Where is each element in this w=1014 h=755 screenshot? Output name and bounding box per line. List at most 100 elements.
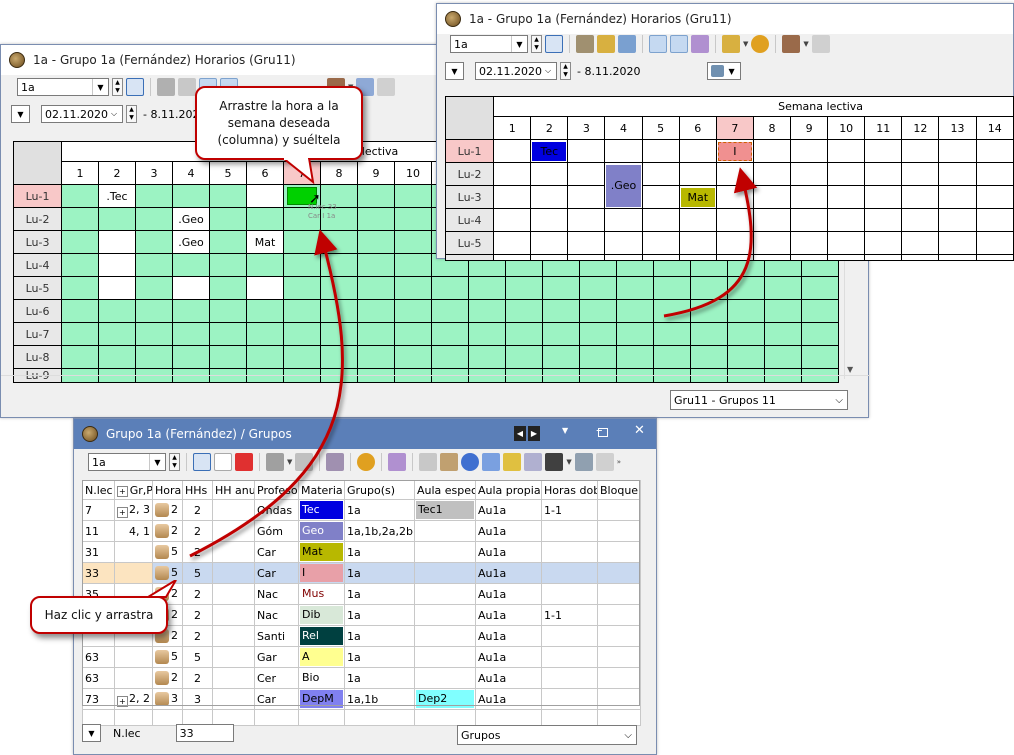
timetable-cell[interactable] <box>790 185 829 209</box>
drag-hand-icon[interactable] <box>155 524 169 538</box>
timetable-cell[interactable] <box>715 162 754 186</box>
window-menu-icon[interactable]: ▼ <box>562 426 568 435</box>
settings-page-icon[interactable] <box>722 35 740 53</box>
timetable-cell[interactable] <box>320 345 358 369</box>
timetable-cell[interactable] <box>468 345 506 369</box>
timetable-cell[interactable] <box>715 254 754 261</box>
week-column-header[interactable]: 13 <box>938 116 977 140</box>
week-column-header[interactable]: 2 <box>98 161 136 185</box>
timetable-cell[interactable] <box>752 208 792 232</box>
column-header[interactable]: +Gr,Pe <box>114 480 153 500</box>
timetable-cell[interactable] <box>283 253 321 277</box>
timetable-cell[interactable] <box>616 299 654 323</box>
timetable-cell[interactable] <box>209 184 247 208</box>
timetable-cell[interactable] <box>468 299 506 323</box>
timetable-cell[interactable] <box>715 231 754 255</box>
timetable-cell[interactable] <box>209 207 247 231</box>
timetable-cell[interactable] <box>283 230 321 254</box>
paint-icon[interactable] <box>649 35 667 53</box>
timetable-cell[interactable] <box>357 299 395 323</box>
timetable-cell[interactable] <box>901 139 940 163</box>
chevron-down-icon[interactable]: ▼ <box>149 454 165 470</box>
timetable-cell[interactable] <box>616 276 654 300</box>
timetable-cell[interactable] <box>493 231 532 255</box>
timetable-cell[interactable] <box>209 322 247 346</box>
grid-small-icon[interactable] <box>595 453 614 471</box>
timetable-cell[interactable] <box>135 207 173 231</box>
timetable-cell[interactable] <box>98 207 136 231</box>
timetable-cell[interactable] <box>394 207 432 231</box>
table-row[interactable]: 7 +2, 3 2 2 Ondas Tec 1a Tec1 Au1a 1-1 <box>82 499 641 521</box>
main-class-combo[interactable]: 1a ▼ <box>17 78 109 96</box>
timetable-cell[interactable] <box>764 276 802 300</box>
nav-prev-icon[interactable]: ◀ <box>514 426 526 441</box>
timetable-cell[interactable] <box>172 322 210 346</box>
timetable-cell[interactable] <box>357 322 395 346</box>
lesson-cell[interactable]: .Geo <box>172 207 210 231</box>
top-date-spinner[interactable]: ▲ ▼ <box>560 62 571 80</box>
week-column-header[interactable]: 6 <box>246 161 284 185</box>
timetable-cell[interactable] <box>505 276 543 300</box>
timetable-cell[interactable] <box>901 231 940 255</box>
timetable-cell[interactable] <box>690 299 728 323</box>
column-header[interactable]: Materia <box>298 480 345 500</box>
molecule-icon[interactable] <box>388 453 407 471</box>
timetable-cell[interactable] <box>394 230 432 254</box>
timetable-cell[interactable] <box>542 322 580 346</box>
lesson-cell[interactable]: .Tec <box>98 184 136 208</box>
timetable-cell[interactable] <box>283 299 321 323</box>
timetable-cell[interactable] <box>357 253 395 277</box>
groups-options-dropdown[interactable]: ▼ <box>82 724 101 742</box>
timetable-cell[interactable] <box>678 139 717 163</box>
table-row[interactable]: 73 +2, 2 3 3 Car DepM 1a,1b Dep2 Au1a <box>82 688 641 710</box>
grid-view-icon[interactable] <box>126 78 144 96</box>
top-date-from-field[interactable]: 02.11.2020 ⌵ <box>475 62 557 80</box>
timetable-cell[interactable] <box>653 322 691 346</box>
timetable-cell[interactable] <box>790 139 829 163</box>
column-header[interactable]: Bloque <box>597 480 641 500</box>
undo-icon[interactable] <box>618 35 636 53</box>
timetable-cell[interactable] <box>357 230 395 254</box>
timetable-cell[interactable] <box>641 162 680 186</box>
timetable-cell[interactable] <box>246 299 284 323</box>
expand-all-icon[interactable]: + <box>117 485 128 497</box>
timetable-cell[interactable] <box>209 253 247 277</box>
timetable-cell[interactable] <box>764 299 802 323</box>
timetable-cell[interactable] <box>530 162 569 186</box>
week-column-header[interactable]: 10 <box>394 161 432 185</box>
timetable-cell[interactable] <box>938 162 977 186</box>
timetable-cell[interactable] <box>752 162 792 186</box>
timetable-cell[interactable] <box>135 299 173 323</box>
timetable-cell[interactable] <box>864 254 903 261</box>
timetable-cell[interactable] <box>61 207 99 231</box>
timetable-cell[interactable] <box>431 299 469 323</box>
free-cell[interactable] <box>98 253 136 277</box>
lock-icon[interactable] <box>178 78 196 96</box>
column-header[interactable]: Aula especial <box>414 480 476 500</box>
timetable-cell[interactable] <box>567 208 606 232</box>
refresh-icon[interactable] <box>461 453 480 471</box>
timetable-cell[interactable] <box>246 253 284 277</box>
timetable-cell[interactable] <box>800 276 840 300</box>
timetable-cell[interactable] <box>357 184 395 208</box>
timetable-cell[interactable] <box>641 254 680 261</box>
drag-hand-icon[interactable] <box>155 545 169 559</box>
table-row[interactable]: 63 5 5 Gar A 1a Au1a <box>82 646 641 668</box>
timetable-cell[interactable] <box>690 322 728 346</box>
more-tools-icon[interactable]: » <box>617 458 621 466</box>
timetable-cell[interactable] <box>901 254 940 261</box>
timetable-cell[interactable] <box>616 345 654 369</box>
chevron-down-icon[interactable]: ▼ <box>92 79 108 95</box>
timetable-cell[interactable] <box>864 231 903 255</box>
main-date-spinner[interactable]: ▲ ▼ <box>126 105 137 123</box>
sort-icon[interactable] <box>503 453 522 471</box>
timetable-cell[interactable] <box>690 345 728 369</box>
timetable-cell[interactable] <box>172 253 210 277</box>
grid-view-icon[interactable] <box>193 453 211 471</box>
timetable-cell[interactable] <box>604 208 643 232</box>
lesson-cell[interactable]: .Geo <box>172 230 210 254</box>
free-cell[interactable] <box>98 276 136 300</box>
restore-icon[interactable] <box>598 428 608 437</box>
filter-icon[interactable] <box>266 453 284 471</box>
timetable-cell[interactable] <box>567 185 606 209</box>
